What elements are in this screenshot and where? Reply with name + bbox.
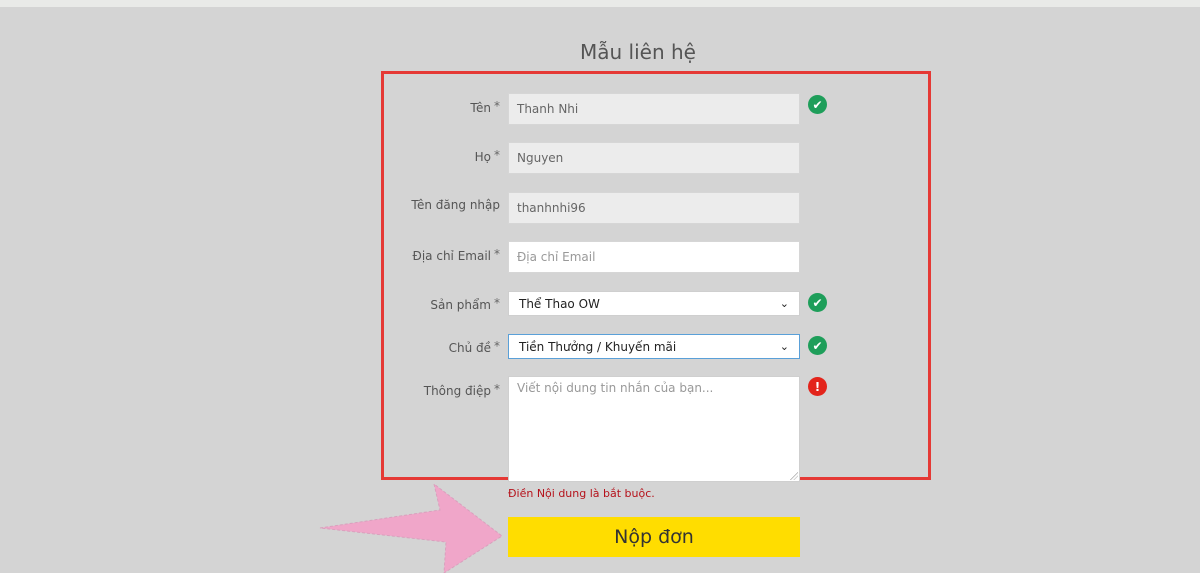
email-label-text: Địa chỉ Email [412,249,491,263]
check-icon: ✔ [808,95,827,114]
username-label: Tên đăng nhập [380,198,500,212]
email-label: Địa chỉ Email * [380,247,500,263]
product-label-text: Sản phẩm [430,298,491,312]
top-strip [0,0,1200,7]
check-icon: ✔ [808,293,827,312]
message-error-text: Điền Nội dung là bắt buộc. [508,487,655,500]
form-title: Mẫu liên hệ [580,40,696,64]
first-name-value: Thanh Nhi [517,102,579,116]
topic-selected: Tiền Thưởng / Khuyến mãi [519,339,677,354]
required-mark: * [494,99,500,113]
topic-label: Chủ đề * [380,339,500,355]
check-icon: ✔ [808,336,827,355]
required-mark: * [494,296,500,310]
product-selected: Thể Thao OW [519,296,600,311]
topic-label-text: Chủ đề [448,341,491,355]
resize-grip-icon[interactable] [790,472,798,480]
first-name-field[interactable]: Thanh Nhi [508,93,800,125]
arrow-annotation-icon [319,482,503,573]
product-label: Sản phẩm * [380,296,500,312]
last-name-label: Họ * [380,148,500,164]
email-field[interactable]: Địa chỉ Email [508,241,800,273]
check-icon-glyph: ✔ [812,338,823,353]
required-mark: * [494,339,500,353]
first-name-label-text: Tên [470,101,491,115]
username-value: thanhnhi96 [517,201,586,215]
first-name-label: Tên * [380,99,500,115]
error-icon-glyph: ! [814,379,821,394]
email-placeholder: Địa chỉ Email [517,250,596,264]
last-name-label-text: Họ [474,150,491,164]
last-name-field[interactable]: Nguyen [508,142,800,174]
check-icon-glyph: ✔ [812,295,823,310]
chevron-down-icon: ⌄ [779,340,789,353]
required-mark: * [494,382,500,396]
message-label-text: Thông điệp [423,384,491,398]
topic-select[interactable]: Tiền Thưởng / Khuyến mãi ⌄ [508,334,800,359]
last-name-value: Nguyen [517,151,564,165]
message-placeholder: Viết nội dung tin nhắn của bạn... [517,381,714,395]
username-field[interactable]: thanhnhi96 [508,192,800,224]
chevron-down-icon: ⌄ [779,297,789,310]
username-label-text: Tên đăng nhập [411,198,500,212]
product-select[interactable]: Thể Thao OW ⌄ [508,291,800,316]
check-icon-glyph: ✔ [812,97,823,112]
message-label: Thông điệp * [380,382,500,398]
required-mark: * [494,247,500,261]
message-textarea[interactable]: Viết nội dung tin nhắn của bạn... [508,376,800,482]
error-icon: ! [808,377,827,396]
required-mark: * [494,148,500,162]
submit-button[interactable]: Nộp đơn [508,517,800,557]
